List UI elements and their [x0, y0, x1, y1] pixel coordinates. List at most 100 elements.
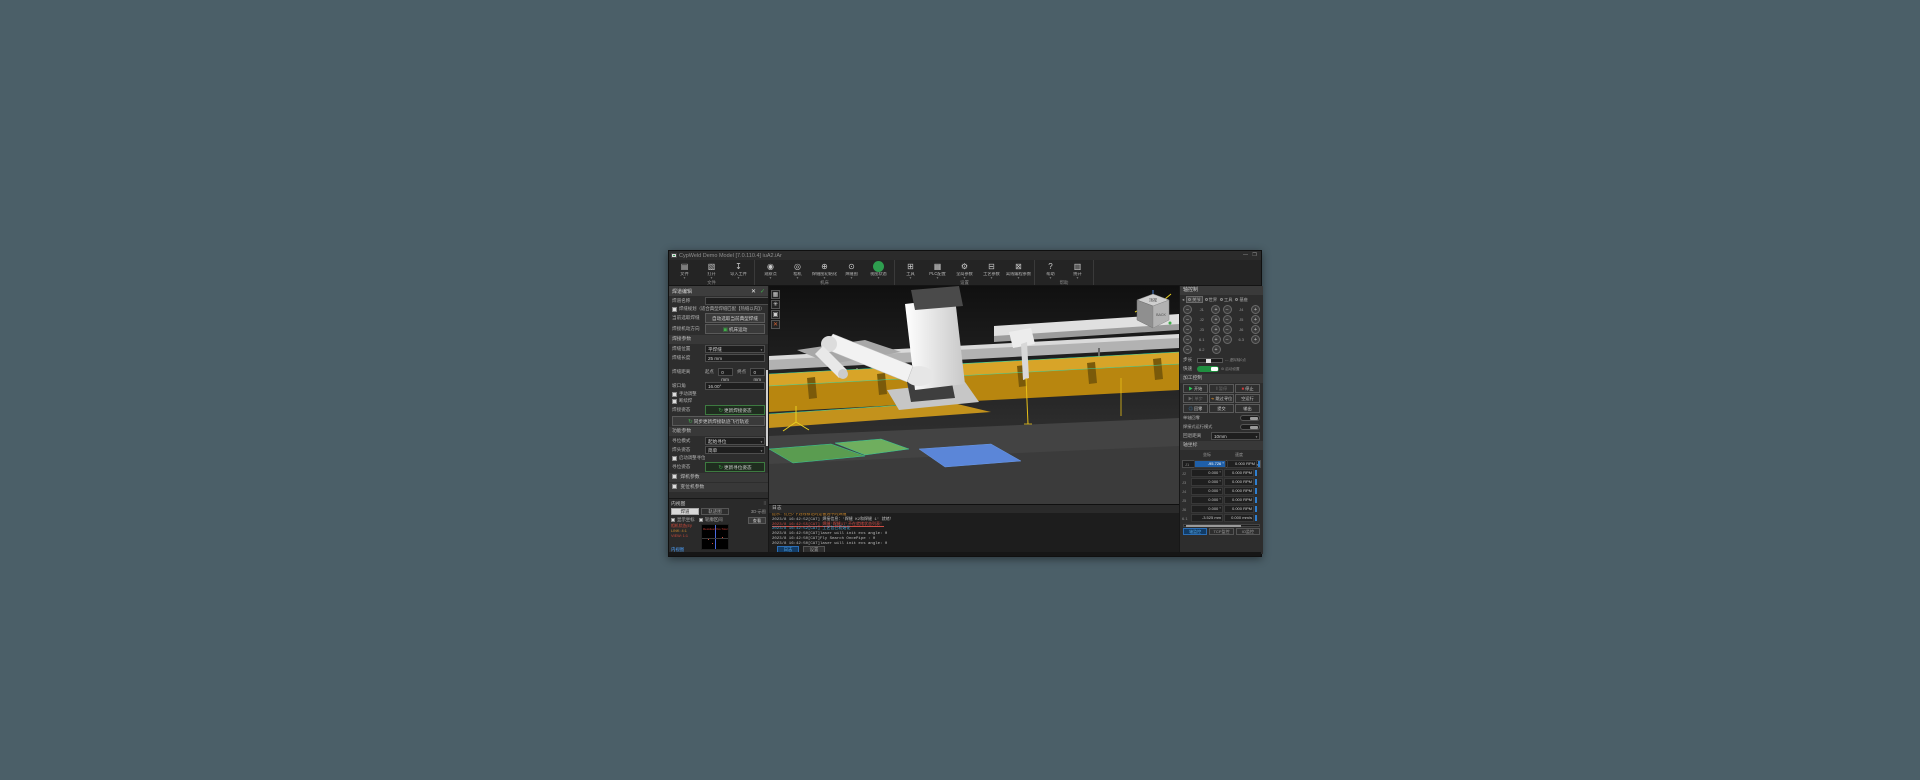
- checkbox-icon[interactable]: [672, 398, 677, 404]
- dry-run-button[interactable]: 空运行: [1235, 394, 1260, 403]
- jog-minus-button[interactable]: −: [1183, 335, 1192, 344]
- welder-params-section[interactable]: 焊机参数: [669, 473, 768, 482]
- dist-end-input[interactable]: 0 mm: [750, 368, 766, 382]
- weld-run-mode-toggle[interactable]: [1240, 424, 1260, 430]
- jog-minus-button[interactable]: −: [1183, 325, 1192, 334]
- checkbox-icon[interactable]: [672, 484, 677, 490]
- coord-mode-tab[interactable]: 关节: [1186, 296, 1203, 303]
- update-seek-pose-button[interactable]: ↻更新寻位姿态: [705, 462, 765, 472]
- collapse-left-icon[interactable]: ◂: [1182, 297, 1184, 303]
- manual-adjust-checkbox-row[interactable]: 手动调整: [669, 391, 768, 397]
- commit-button[interactable]: 提交: [1209, 404, 1234, 413]
- toolbar-item[interactable]: ⊟ 工艺参数 ▼: [978, 261, 1005, 280]
- toolbar-item[interactable]: 视图状态 ▼: [865, 261, 892, 280]
- jog-plus-button[interactable]: +: [1251, 335, 1260, 344]
- output-button[interactable]: 输出: [1235, 404, 1260, 413]
- quad-view-icon[interactable]: ▦: [771, 290, 780, 299]
- fit-view-icon[interactable]: ✳: [771, 300, 780, 309]
- coord-mode-tab[interactable]: 世界: [1204, 296, 1218, 303]
- toolbar-item[interactable]: ⚙ 全局参数 ▼: [951, 261, 978, 280]
- toolbar-item[interactable]: ⊕ 焊缝图初始化 ▼: [811, 261, 838, 280]
- table-row[interactable]: J4 0.000 ° 0.000 RPM: [1182, 487, 1261, 495]
- jog-minus-button[interactable]: −: [1222, 335, 1232, 344]
- seam-plan-checkbox-row[interactable]: 焊缝规划（适合典型焊缝匹配【热缝以内】）: [669, 306, 768, 312]
- positioner-params-section[interactable]: 变位机参数: [669, 483, 768, 492]
- jog-plus-button[interactable]: +: [1211, 335, 1221, 344]
- monitor-tab[interactable]: IO监控: [1235, 528, 1260, 535]
- toolbar-item[interactable]: ? 帮助 ▼: [1037, 261, 1064, 280]
- toolbar-item[interactable]: ◉ 观察点 ▼: [757, 261, 784, 280]
- jog-plus-button[interactable]: +: [1211, 325, 1221, 334]
- viewport-3d[interactable]: ▦ ✳ ▣ ✕ 顶视 BACK: [769, 286, 1179, 504]
- camera-quad-view[interactable]: Residual Pos.Toler: [701, 524, 729, 550]
- toolbar-item[interactable]: ↧ 导入工件 ▼: [725, 261, 752, 280]
- dist-start-input[interactable]: 0 mm: [718, 368, 733, 382]
- jog-plus-button[interactable]: +: [1250, 315, 1260, 324]
- seam-position-select[interactable]: 平焊缝: [705, 345, 765, 354]
- update-weld-pose-button[interactable]: ↻更新焊接姿态: [705, 405, 765, 415]
- minimize-button[interactable]: —: [1241, 252, 1250, 259]
- toolbar-item[interactable]: ◎ 相机 ▼: [784, 261, 811, 280]
- toggle-knob[interactable]: [1250, 417, 1258, 420]
- seek-mode-select[interactable]: 起始寻位: [705, 437, 765, 446]
- jog-plus-button[interactable]: +: [1250, 325, 1260, 334]
- startup-settings-link[interactable]: ⚙ 启动设置: [1221, 367, 1240, 372]
- machine-motion-button[interactable]: ▣机床运动: [705, 324, 765, 334]
- jog-plus-button[interactable]: +: [1250, 305, 1260, 314]
- coord-mode-tab[interactable]: 基座: [1234, 296, 1248, 303]
- fast-mode-toggle[interactable]: [1197, 366, 1219, 372]
- checkbox-icon[interactable]: [671, 518, 675, 522]
- auto-pick-seam-button[interactable]: 自动选取当前典型焊缝: [705, 313, 765, 323]
- checkbox-icon[interactable]: [672, 391, 677, 397]
- log-lines[interactable]: 提示：红色/下划线标记的是被选中的焊缝 2023/8 16:42:52[CAT] …: [769, 513, 1179, 545]
- toggle-knob[interactable]: [1211, 367, 1218, 371]
- monitor-tab[interactable]: 轴监控: [1183, 528, 1208, 535]
- table-row[interactable]: J3 0.000 ° 0.000 RPM: [1182, 478, 1261, 486]
- toolbar-item[interactable]: ▤ 文件 ▼: [671, 261, 698, 280]
- expand-icon[interactable]: ⁞⁞: [763, 501, 766, 506]
- toggle-knob[interactable]: [1250, 426, 1258, 429]
- groove-angle-input[interactable]: 16.00°: [705, 382, 765, 390]
- jog-plus-button[interactable]: +: [1211, 315, 1221, 324]
- retreat-distance-select[interactable]: 10mm: [1211, 432, 1260, 441]
- checkbox-icon[interactable]: [672, 306, 677, 312]
- slider-knob[interactable]: [1206, 358, 1211, 363]
- seam-length-input[interactable]: 25 mm: [705, 354, 765, 362]
- jog-minus-button[interactable]: −: [1222, 305, 1232, 314]
- toolbar-item[interactable]: ⊠ 离线编程参数 ▼: [1005, 261, 1032, 280]
- skip-seek-button[interactable]: ➜ 跳过寻位: [1209, 394, 1234, 403]
- disconnect-icon[interactable]: ✕: [771, 320, 780, 329]
- start-button[interactable]: ▶ 开始: [1183, 384, 1208, 393]
- table-row[interactable]: 6.1 -3.525 mm 0.000 mm/s: [1182, 514, 1261, 522]
- toolbar-item[interactable]: ▧ 打开 ▼: [698, 261, 725, 280]
- jog-plus-button[interactable]: +: [1211, 305, 1221, 314]
- jog-minus-button[interactable]: −: [1222, 325, 1232, 334]
- jog-minus-button[interactable]: −: [1183, 315, 1192, 324]
- close-icon[interactable]: ✕: [751, 288, 756, 295]
- toolbar-item[interactable]: ⊞ 工具 ▼: [897, 261, 924, 280]
- home-button[interactable]: ◎ 回零: [1183, 404, 1208, 413]
- coord-mode-tab[interactable]: 工具: [1219, 296, 1233, 303]
- function-params-section[interactable]: 功能参数: [669, 427, 768, 436]
- seam-name-input[interactable]: [705, 297, 768, 305]
- table-row[interactable]: J6 0.000 ° 0.000 RPM: [1182, 505, 1261, 513]
- capture-icon[interactable]: ▣: [771, 310, 780, 319]
- jog-plus-button[interactable]: +: [1211, 345, 1221, 354]
- maximize-button[interactable]: ❐: [1250, 252, 1259, 259]
- head-pose-select[interactable]: 简单: [705, 446, 765, 455]
- toolbar-item[interactable]: ▦ PLC配置 ▼: [924, 261, 951, 280]
- toolbar-item[interactable]: ⊙ 焊缝图 ▼: [838, 261, 865, 280]
- monitor-tab[interactable]: TCP监控: [1209, 528, 1234, 535]
- toolbar-item[interactable]: ▥ 统计 ▼: [1064, 261, 1091, 280]
- step-size-slider[interactable]: [1197, 357, 1223, 363]
- confirm-check-icon[interactable]: ✓: [760, 288, 765, 295]
- table-row[interactable]: J1 -95.726 ° 0.000 RPM: [1182, 460, 1261, 469]
- checkbox-icon[interactable]: [699, 518, 704, 522]
- jog-minus-button[interactable]: −: [1183, 305, 1192, 314]
- jog-minus-button[interactable]: −: [1183, 345, 1192, 354]
- pause-button[interactable]: ‖ 暂停: [1209, 384, 1234, 393]
- navigation-cube[interactable]: 顶视 BACK: [1133, 290, 1173, 334]
- table-row[interactable]: J5 0.000 ° 0.000 RPM: [1182, 496, 1261, 504]
- view-button[interactable]: 查看: [748, 516, 766, 524]
- jog-minus-button[interactable]: −: [1222, 315, 1232, 324]
